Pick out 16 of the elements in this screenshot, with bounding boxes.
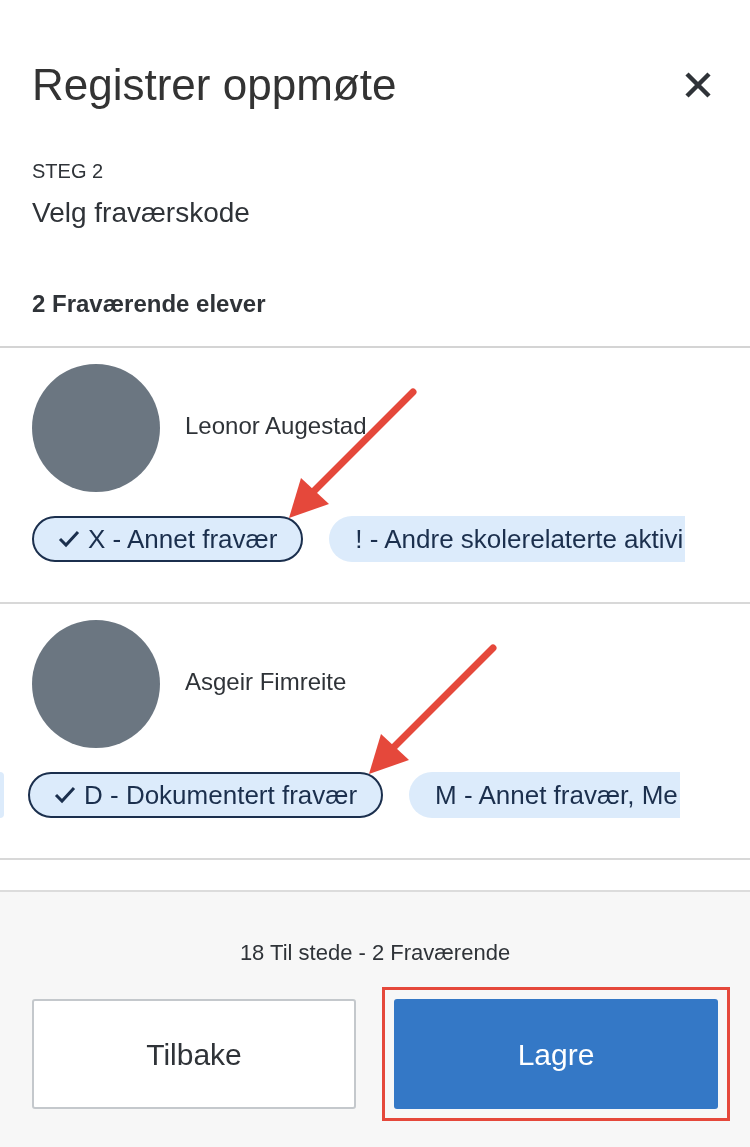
check-icon xyxy=(54,786,76,804)
absence-code-chip[interactable]: X - Annet fravær xyxy=(32,516,304,562)
dialog-title: Registrer oppmøte xyxy=(32,59,397,111)
close-icon xyxy=(684,71,712,99)
student-name: Leonor Augestad xyxy=(185,411,367,441)
back-button[interactable]: Tilbake xyxy=(32,999,356,1109)
absence-code-chip[interactable]: ! - Andre skolerelaterte aktivi xyxy=(329,516,686,562)
check-icon xyxy=(58,530,80,548)
step-heading: Velg fraværskode xyxy=(31,196,251,230)
absence-code-chip[interactable]: D - Dokumentert fravær xyxy=(28,772,384,818)
section-title: 2 Fraværende elever xyxy=(31,289,267,319)
step-label: STEG 2 xyxy=(31,159,105,184)
save-button[interactable]: Lagre xyxy=(394,999,718,1109)
absence-code-chip[interactable]: M - Annet fravær, Me xyxy=(409,772,680,818)
attendance-summary: 18 Til stede - 2 Fraværende xyxy=(239,939,511,967)
student-name: Asgeir Fimreite xyxy=(185,667,347,697)
